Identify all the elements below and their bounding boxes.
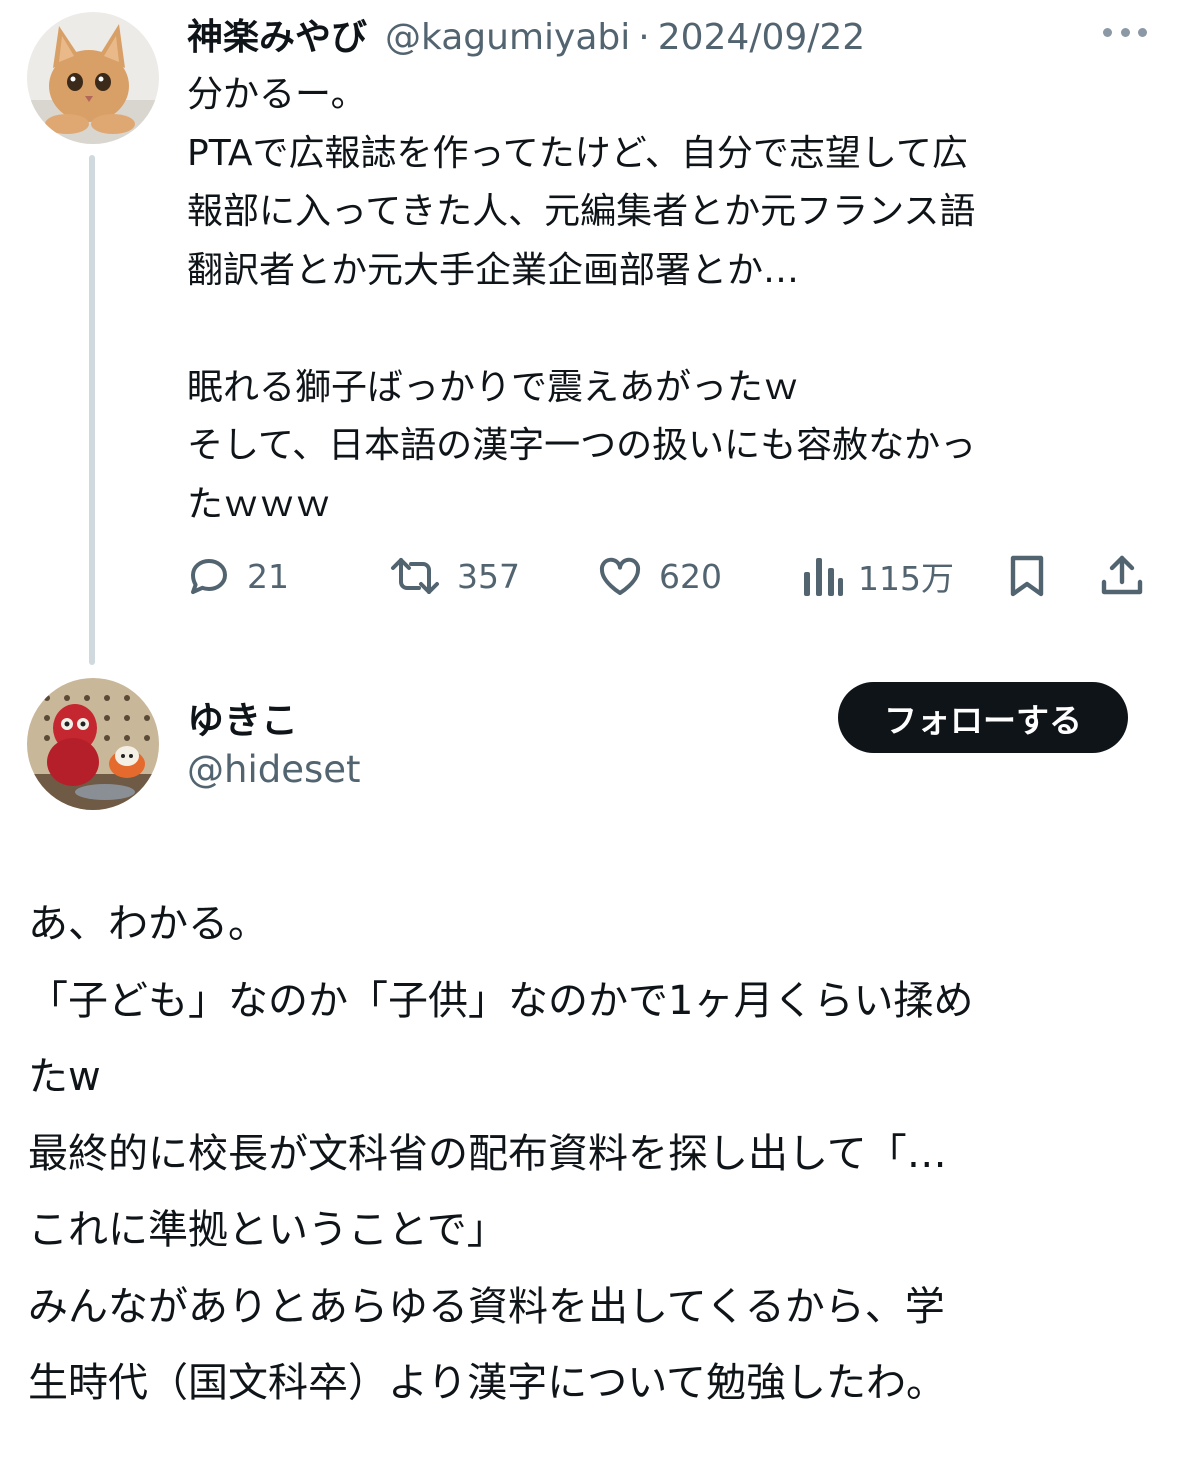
author-handle[interactable]: @hideset — [187, 748, 361, 791]
bookmark-icon — [1005, 552, 1049, 600]
share-upload-icon — [1098, 552, 1146, 600]
tweet-text: あ、わかる。 「子ども」なのか「子供」なのかで1ヶ月くらい揉め たw 最終的に校… — [28, 901, 974, 1406]
tweet-action-bar: 21 357 620 115万 — [185, 550, 1150, 602]
reply-bubble-icon — [185, 552, 233, 600]
author-handle[interactable]: @kagumiyabi — [385, 17, 630, 58]
header-separator: · — [638, 17, 650, 58]
retweet-button[interactable]: 357 — [387, 550, 520, 602]
author-name[interactable]: ゆきこ — [187, 690, 298, 744]
retweet-count: 357 — [457, 556, 520, 596]
share-button[interactable] — [1098, 550, 1146, 602]
author-name[interactable]: 神楽みやび — [187, 8, 367, 60]
views-count: 115万 — [858, 559, 954, 598]
reply-count: 21 — [247, 556, 289, 596]
tweet-text: 分かるー。 PTAで広報誌を作ってたけど、自分で志望して広 報部に入ってきた人、… — [187, 74, 977, 525]
bookmark-button[interactable] — [1005, 550, 1049, 602]
more-horizontal-icon[interactable] — [1103, 26, 1147, 38]
avatar-hideset[interactable] — [27, 678, 159, 810]
like-button[interactable]: 620 — [595, 550, 722, 602]
views-chart-icon — [800, 552, 844, 600]
tweet-date[interactable]: 2024/09/22 — [658, 17, 866, 58]
avatar-kagumiyabi[interactable] — [27, 12, 159, 144]
follow-button[interactable]: フォローする — [838, 682, 1128, 753]
retweet-icon — [387, 552, 443, 600]
tweet-header: 神楽みやび @kagumiyabi · 2024/09/22 — [187, 8, 865, 58]
reply-button[interactable]: 21 — [185, 550, 289, 602]
like-count: 620 — [659, 556, 722, 596]
heart-icon — [595, 552, 645, 600]
tweet-thread-page: 神楽みやび @kagumiyabi · 2024/09/22 分かるー。 PTA… — [0, 0, 1179, 1458]
views-button[interactable]: 115万 — [800, 550, 954, 602]
thread-connector-line — [89, 155, 95, 665]
